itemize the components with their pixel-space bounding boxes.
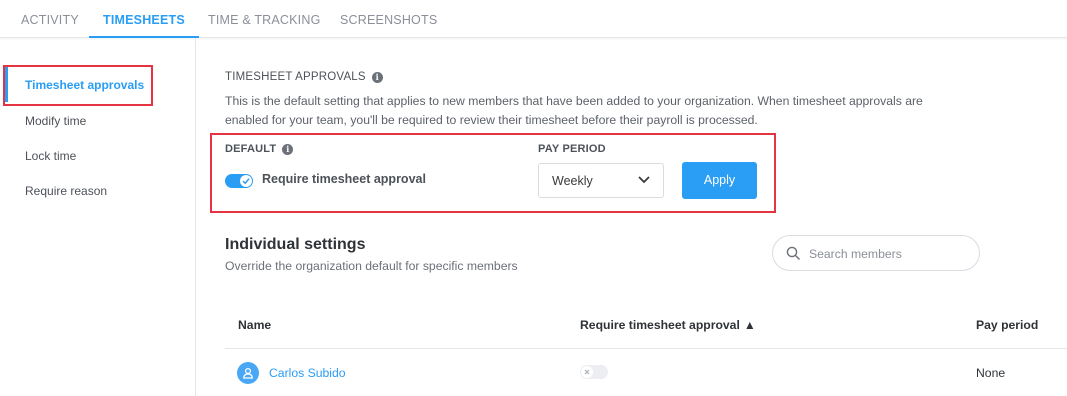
- x-icon: [584, 369, 590, 375]
- tab-screenshots[interactable]: SCREENSHOTS: [340, 0, 437, 38]
- search-placeholder: Search members: [809, 247, 902, 261]
- table-header-divider: [225, 348, 1067, 349]
- section-description: This is the default setting that applies…: [225, 94, 923, 127]
- member-require-approval-toggle[interactable]: [580, 365, 608, 379]
- column-header-name: Name: [238, 318, 272, 332]
- info-icon[interactable]: i: [371, 71, 383, 83]
- member-pay-period: None: [976, 366, 1006, 380]
- pay-period-select[interactable]: Weekly: [538, 163, 664, 198]
- top-tab-bar: ACTIVITY TIMESHEETS TIME & TRACKING SCRE…: [0, 0, 1067, 38]
- sidebar-item-lock-time[interactable]: Lock time: [25, 149, 76, 163]
- toggle-knob: [581, 366, 593, 378]
- column-header-pay-period: Pay period: [976, 318, 1039, 332]
- search-icon: [786, 246, 800, 260]
- member-name-link[interactable]: Carlos Subido: [269, 366, 346, 380]
- pay-period-label-text: PAY PERIOD: [538, 143, 606, 155]
- sort-ascending-icon: ▲: [743, 318, 756, 332]
- apply-button[interactable]: Apply: [682, 162, 757, 199]
- sidebar-item-modify-time[interactable]: Modify time: [25, 114, 86, 128]
- sidebar-item-require-reason[interactable]: Require reason: [25, 184, 107, 198]
- individual-settings-subtitle: Override the organization default for sp…: [225, 259, 518, 273]
- user-icon: [243, 367, 253, 379]
- highlight-box-sidebar: [3, 65, 153, 106]
- info-icon[interactable]: i: [282, 143, 294, 155]
- search-members-input[interactable]: Search members: [772, 235, 980, 271]
- avatar: [237, 362, 259, 384]
- default-label-text: DEFAULT: [225, 143, 277, 155]
- column-header-require-approval[interactable]: Require timesheet approval ▲: [580, 318, 756, 332]
- default-label: DEFAULT i: [225, 143, 294, 155]
- pay-period-value: Weekly: [552, 174, 593, 188]
- tab-activity[interactable]: ACTIVITY: [21, 0, 79, 38]
- section-title-text: TIMESHEET APPROVALS: [225, 71, 366, 83]
- pay-period-label: PAY PERIOD: [538, 143, 606, 155]
- require-approval-toggle[interactable]: [225, 174, 253, 188]
- tab-timesheets[interactable]: TIMESHEETS: [89, 0, 199, 38]
- require-approval-label: Require timesheet approval: [262, 172, 426, 186]
- check-icon: [242, 178, 250, 185]
- column-header-require-approval-text: Require timesheet approval: [580, 318, 740, 332]
- section-title: TIMESHEET APPROVALS i: [225, 71, 383, 83]
- toggle-knob: [240, 175, 252, 187]
- chevron-down-icon: [638, 176, 650, 184]
- individual-settings-title: Individual settings: [225, 236, 366, 253]
- tab-time-tracking[interactable]: TIME & TRACKING: [208, 0, 321, 38]
